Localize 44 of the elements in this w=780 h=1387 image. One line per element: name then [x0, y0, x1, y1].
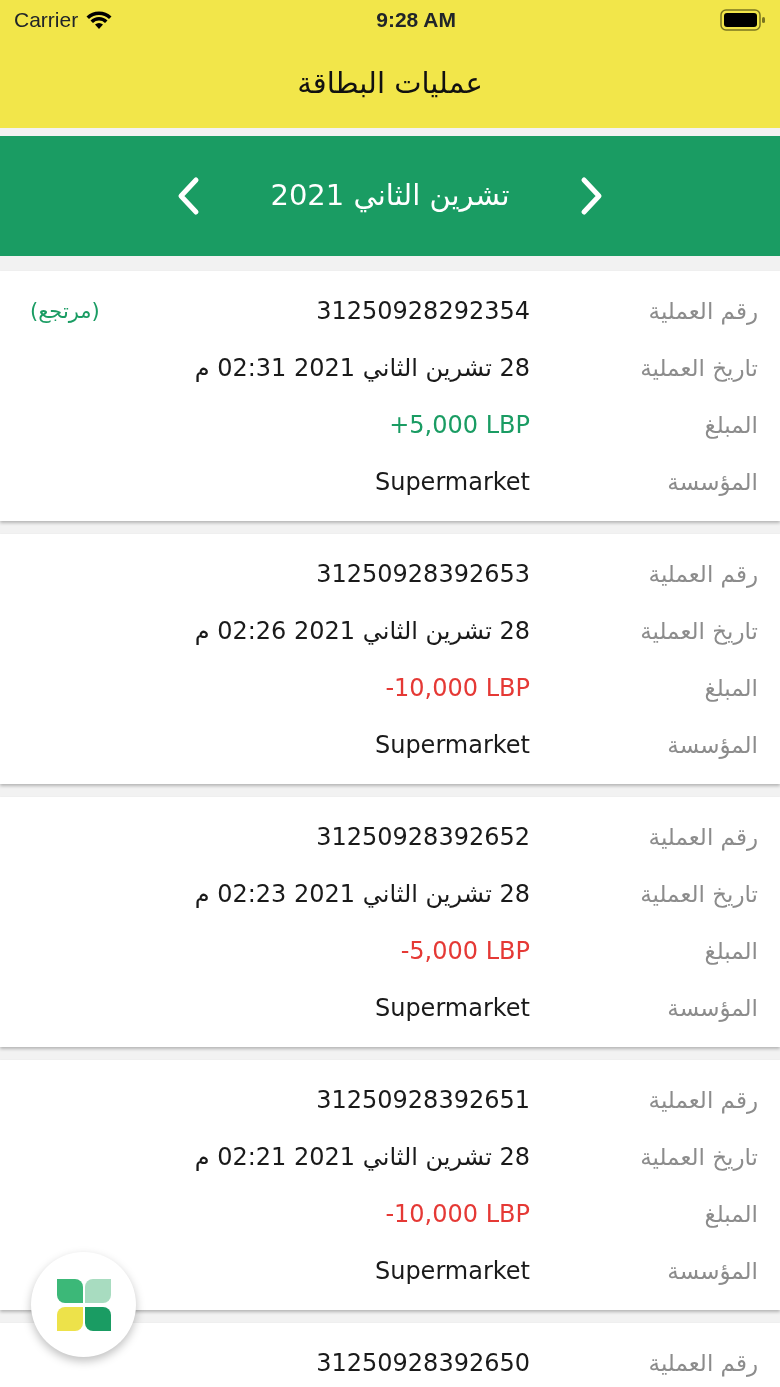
refund-tag: (مرتجع) — [30, 293, 100, 329]
field-label: تاريخ العملية — [639, 617, 758, 647]
field-label: المؤسسة — [666, 994, 758, 1024]
field-value: 28 تشرين الثاني 2021 02:31 م — [194, 353, 530, 384]
field-label: رقم العملية — [647, 1349, 758, 1379]
field-value: Supermarket — [374, 1256, 530, 1287]
leaf-logo-icon — [56, 1278, 111, 1331]
field-label: المبلغ — [703, 937, 758, 967]
field-value: 28 تشرين الثاني 2021 02:26 م — [194, 616, 530, 647]
field-label: تاريخ العملية — [639, 1143, 758, 1173]
field-label: المبلغ — [703, 1200, 758, 1230]
field-value: 28 تشرين الثاني 2021 02:23 م — [194, 879, 530, 910]
field-value: Supermarket — [374, 993, 530, 1024]
amount-value: +5,000 LBP — [389, 410, 530, 441]
battery-icon — [720, 9, 766, 31]
field-label: المؤسسة — [666, 731, 758, 761]
field-label: المبلغ — [703, 674, 758, 704]
field-value: Supermarket — [374, 730, 530, 761]
field-label: تاريخ العملية — [639, 354, 758, 384]
field-label: رقم العملية — [647, 297, 758, 327]
field-value: 31250928392651 — [316, 1085, 530, 1116]
field-label: المؤسسة — [666, 1257, 758, 1287]
field-value: 31250928392650 — [316, 1348, 530, 1379]
previous-chevron-icon[interactable] — [176, 176, 201, 216]
field-value: 31250928392653 — [316, 559, 530, 590]
next-chevron-icon[interactable] — [579, 176, 604, 216]
field-value: 28 تشرين الثاني 2021 02:21 م — [194, 1142, 530, 1173]
field-label: رقم العملية — [647, 560, 758, 590]
wifi-icon — [86, 10, 113, 30]
field-value: 31250928392652 — [316, 822, 530, 853]
carrier-name: Carrier — [14, 7, 79, 34]
field-value: Supermarket — [374, 467, 530, 498]
amount-value: -5,000 LBP — [400, 936, 530, 967]
field-label: رقم العملية — [647, 1086, 758, 1116]
amount-value: -10,000 LBP — [385, 673, 530, 704]
amount-value: -10,000 LBP — [385, 1199, 530, 1230]
field-label: تاريخ العملية — [639, 880, 758, 910]
field-label: المبلغ — [703, 411, 758, 441]
field-label: المؤسسة — [666, 468, 758, 498]
clock-time: 9:28 AM — [376, 7, 456, 34]
screen-title: عمليات البطاقة — [297, 65, 483, 103]
field-value: 31250928292354 — [316, 296, 530, 327]
field-label: رقم العملية — [647, 823, 758, 853]
month-label: تشرين الثاني 2021 — [270, 177, 510, 215]
